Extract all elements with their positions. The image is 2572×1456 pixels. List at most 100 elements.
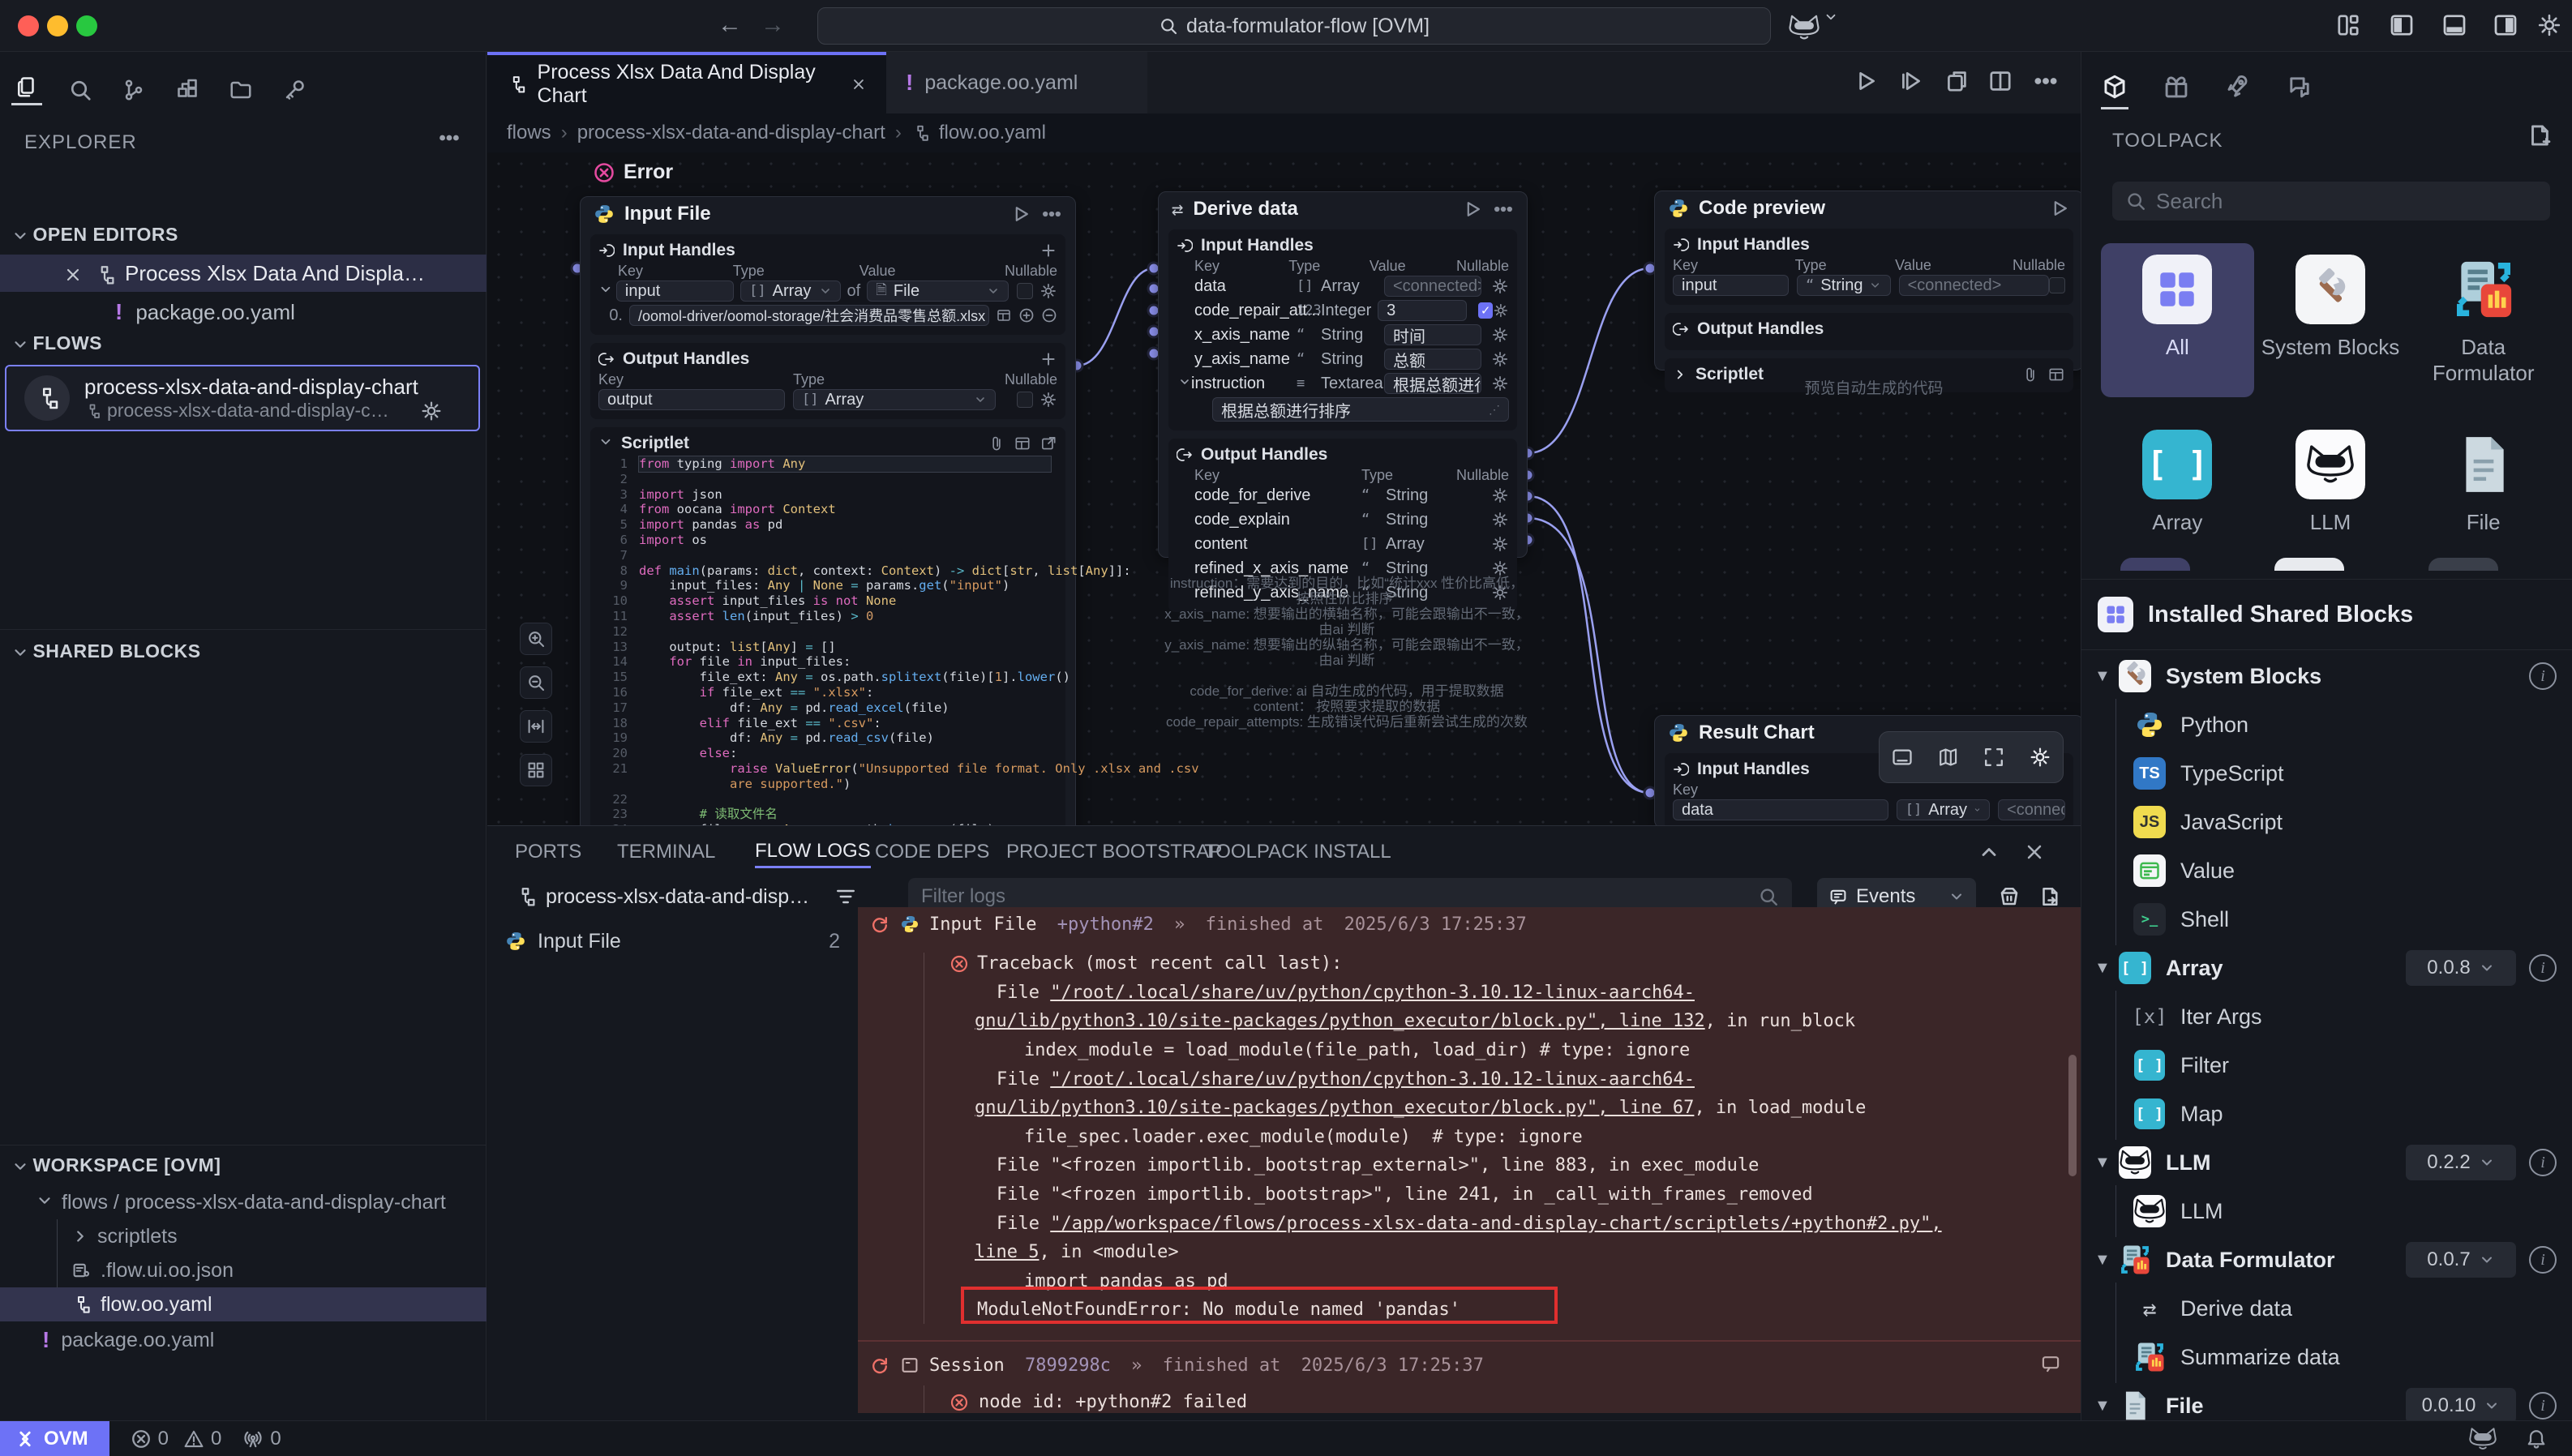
panel-close-icon[interactable] bbox=[2023, 841, 2046, 863]
block-item-llm[interactable]: LLM bbox=[2081, 1187, 2572, 1235]
settings-gear-icon[interactable] bbox=[2536, 12, 2562, 38]
open-external-icon[interactable] bbox=[1040, 435, 1057, 452]
code-line[interactable]: 13 output: list[Any] = [] bbox=[600, 640, 1051, 655]
block-item-iter-args[interactable]: [x]Iter Args bbox=[2081, 992, 2572, 1041]
tree-item-flow-ui-json[interactable]: .flow.ui.oo.json bbox=[0, 1253, 487, 1287]
node-run-icon[interactable] bbox=[2049, 198, 2070, 219]
code-line[interactable]: 11 assert len(input_files) > 0 bbox=[600, 609, 1051, 624]
oomol-fox-icon[interactable] bbox=[1788, 10, 1838, 41]
breadcrumb[interactable]: flows› process-xlsx-data-and-display-cha… bbox=[487, 113, 2081, 152]
table-icon[interactable] bbox=[2047, 366, 2065, 383]
block-item-summarize-data[interactable]: Summarize data bbox=[2081, 1333, 2572, 1381]
chat-tab-icon[interactable] bbox=[2286, 73, 2313, 109]
flow-card[interactable]: process-xlsx-data-and-display-chart proc… bbox=[5, 365, 480, 431]
nullable-checkbox[interactable] bbox=[2049, 277, 2065, 293]
nullable-checkbox[interactable] bbox=[1017, 392, 1033, 408]
node-run-icon[interactable] bbox=[1462, 199, 1483, 220]
code-line[interactable]: 22 bbox=[600, 792, 1051, 807]
block-group-system-blocks[interactable]: ▼System Blocksi bbox=[2081, 652, 2572, 700]
remote-indicator[interactable]: OVM bbox=[0, 1421, 109, 1456]
run-flow-icon[interactable] bbox=[1853, 68, 1879, 94]
export-icon[interactable] bbox=[1944, 68, 1970, 94]
panel-collapse-icon[interactable] bbox=[1978, 841, 2000, 863]
tree-item-flow-yaml[interactable]: flow.oo.yaml bbox=[0, 1287, 487, 1321]
handle-row[interactable]: x_axis_name“String时间 bbox=[1177, 323, 1509, 346]
handle-row[interactable]: code_for_derive“String bbox=[1177, 484, 1509, 507]
rerun-icon[interactable] bbox=[869, 914, 890, 935]
node-code-preview[interactable]: Code preview Input Handles KeyTypeValueN… bbox=[1654, 191, 2081, 370]
gift-tab-icon[interactable] bbox=[2163, 73, 2190, 109]
code-line[interactable]: 7 bbox=[600, 548, 1051, 563]
block-item-value[interactable]: Value bbox=[2081, 846, 2572, 895]
code-line[interactable]: 6import os bbox=[600, 533, 1051, 548]
toggle-left-panel-icon[interactable] bbox=[2388, 12, 2416, 42]
block-item-typescript[interactable]: TSTypeScript bbox=[2081, 749, 2572, 798]
info-icon[interactable]: i bbox=[2529, 662, 2557, 690]
rocket-tab-icon[interactable] bbox=[2224, 73, 2252, 109]
attach-icon[interactable] bbox=[2021, 366, 2039, 383]
collapse-triangle-icon[interactable]: ▼ bbox=[2094, 1154, 2119, 1172]
toolpack-tile-data-formulator[interactable]: Data Formulator bbox=[2407, 243, 2560, 397]
block-group-array[interactable]: ▼[ ]Array0.0.8i bbox=[2081, 944, 2572, 992]
oomol-fox-icon[interactable] bbox=[2468, 1427, 2497, 1451]
problems-indicator[interactable]: 0 0 bbox=[131, 1428, 222, 1450]
block-item-shell[interactable]: >_Shell bbox=[2081, 895, 2572, 944]
handle-row[interactable]: data[]Array<connected> bbox=[1177, 275, 1509, 298]
export-logs-icon[interactable] bbox=[2038, 884, 2062, 909]
map-icon[interactable] bbox=[1937, 746, 1960, 769]
new-toolpack-icon[interactable] bbox=[2526, 122, 2553, 149]
version-dropdown[interactable]: 0.0.8 bbox=[2406, 950, 2516, 986]
log-filter-icon[interactable] bbox=[834, 885, 857, 908]
handle-gear-icon[interactable] bbox=[1040, 391, 1057, 409]
textarea-row[interactable]: 根据总额进行排序⋰ bbox=[1177, 396, 1509, 422]
toggle-right-panel-icon[interactable] bbox=[2492, 12, 2519, 42]
node-input-file[interactable]: Input File Input Handles KeyTypeValueNul… bbox=[580, 196, 1076, 825]
handle-row-input[interactable]: input []Array of 🗎File bbox=[598, 280, 1057, 302]
toolpack-tile-llm[interactable]: LLM bbox=[2254, 418, 2407, 546]
log-node-item[interactable]: Input File 2 bbox=[487, 920, 858, 962]
add-item-icon[interactable] bbox=[1018, 307, 1035, 323]
code-line[interactable]: 21 raise ValueError("Unsupported file fo… bbox=[600, 761, 1051, 777]
collapse-triangle-icon[interactable]: ▼ bbox=[2094, 1251, 2119, 1270]
blocks-view-icon[interactable] bbox=[172, 75, 203, 105]
code-line[interactable]: 1from typing import Any bbox=[600, 456, 1051, 472]
flow-view-icon[interactable] bbox=[118, 75, 149, 105]
handle-row[interactable]: y_axis_name“String总额 bbox=[1177, 348, 1509, 370]
info-icon[interactable]: i bbox=[2529, 1246, 2557, 1274]
editor-more-icon[interactable] bbox=[2033, 68, 2059, 94]
handle-row[interactable]: code_explain“String bbox=[1177, 508, 1509, 531]
comment-icon[interactable] bbox=[2040, 1353, 2061, 1374]
block-group-llm[interactable]: ▼LLM0.2.2i bbox=[2081, 1138, 2572, 1187]
handle-row[interactable]: data []Array <connect bbox=[1673, 799, 2065, 821]
log-output[interactable]: Input File +python#2 » finished at 2025/… bbox=[858, 907, 2081, 1413]
toolpack-tile-file[interactable]: File bbox=[2407, 418, 2560, 546]
flow-canvas[interactable]: Error Input File bbox=[487, 152, 2081, 825]
block-item-derive-data[interactable]: ⇄Derive data bbox=[2081, 1284, 2572, 1333]
tab-flow-logs[interactable]: FLOW LOGS bbox=[755, 836, 871, 868]
nav-forward-button[interactable]: → bbox=[761, 11, 785, 39]
handle-row-item-0[interactable]: 0. /oomol-driver/oomol-storage/社会消费品零售总额… bbox=[598, 304, 1057, 327]
file-picker-icon[interactable] bbox=[996, 307, 1012, 323]
close-icon[interactable] bbox=[63, 261, 83, 286]
info-icon[interactable]: i bbox=[2529, 954, 2557, 982]
toggle-bottom-panel-icon[interactable] bbox=[2441, 12, 2468, 42]
nullable-checkbox-checked[interactable]: ✓ bbox=[1478, 302, 1493, 319]
node-derive-data[interactable]: ⇄ Derive data Input Handles KeyTypeValue… bbox=[1158, 191, 1528, 558]
code-line[interactable]: 16 if file_ext == ".xlsx": bbox=[600, 685, 1051, 700]
flows-header[interactable]: FLOWS bbox=[11, 332, 102, 355]
open-editors-header[interactable]: OPEN EDITORS bbox=[11, 224, 178, 246]
add-handle-icon[interactable] bbox=[1040, 350, 1057, 368]
code-line[interactable]: 17 df: Any = pd.read_excel(file) bbox=[600, 700, 1051, 716]
block-item-filter[interactable]: [ ]Filter bbox=[2081, 1041, 2572, 1090]
open-editor-item-package[interactable]: ! package.oo.yaml bbox=[0, 293, 487, 331]
zoom-out-button[interactable] bbox=[520, 666, 552, 699]
code-line[interactable]: 5import pandas as pd bbox=[600, 517, 1051, 533]
info-icon[interactable]: i bbox=[2529, 1149, 2557, 1176]
scriptlet-code-editor[interactable]: 1from typing import Any2 3import json4fr… bbox=[600, 456, 1051, 825]
block-item-map[interactable]: [ ]Map bbox=[2081, 1090, 2572, 1138]
code-line[interactable]: 23 # 读取文件名 bbox=[600, 807, 1051, 822]
toolpack-tile-array[interactable]: [ ]Array bbox=[2101, 418, 2254, 546]
node-more-icon[interactable] bbox=[1041, 203, 1062, 225]
tree-item-package-yaml[interactable]: ! package.oo.yaml bbox=[0, 1323, 487, 1357]
node-hover-toolbar[interactable] bbox=[1879, 731, 2064, 783]
